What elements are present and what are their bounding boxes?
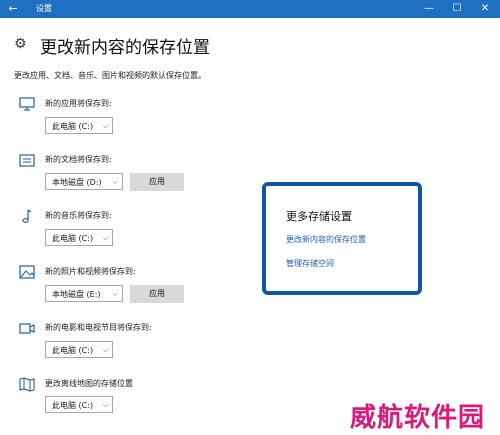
title-bar: ← 设置 — ☐ ✕ bbox=[0, 0, 500, 18]
photos-apply-button[interactable]: 应用 bbox=[130, 285, 184, 303]
picture-icon bbox=[19, 265, 35, 279]
manage-storage-link[interactable]: 管理存储空间 bbox=[286, 258, 334, 269]
window-title: 设置 bbox=[36, 4, 52, 13]
chevron-down-icon: ⌵ bbox=[112, 290, 118, 298]
movies-location-select[interactable]: 此电脑 (C:) ⌵ bbox=[45, 341, 113, 358]
chevron-down-icon: ⌵ bbox=[102, 346, 108, 354]
apps-location-select[interactable]: 此电脑 (C:) ⌵ bbox=[45, 117, 113, 134]
folder-icon bbox=[19, 154, 35, 167]
music-location-select[interactable]: 此电脑 (C:) ⌵ bbox=[45, 229, 113, 246]
maximize-button[interactable]: ☐ bbox=[444, 0, 470, 18]
documents-location-label: 新的文档将保存到: bbox=[45, 155, 112, 164]
chevron-down-icon: ⌵ bbox=[102, 234, 108, 242]
more-storage-title: 更多存储设置 bbox=[286, 210, 352, 223]
photos-location-select[interactable]: 本地磁盘 (E:) ⌵ bbox=[45, 285, 123, 302]
music-location-value: 此电脑 (C:) bbox=[52, 234, 94, 243]
map-icon bbox=[19, 377, 35, 392]
minimize-button[interactable]: — bbox=[416, 0, 442, 18]
chevron-down-icon: ⌵ bbox=[102, 122, 108, 130]
maps-location-select[interactable]: 此电脑 (C:) ⌵ bbox=[45, 396, 113, 413]
chevron-down-icon: ⌵ bbox=[102, 401, 108, 409]
page-description: 更改应用、文档、音乐、图片和视频的默认保存位置。 bbox=[14, 71, 206, 80]
more-storage-panel: 更多存储设置 更改新内容的保存位置 管理存储空间 bbox=[262, 182, 422, 295]
documents-location-value: 本地磁盘 (D:) bbox=[52, 178, 102, 187]
apps-location-label: 新的应用将保存到: bbox=[45, 99, 112, 108]
chevron-down-icon: ⌵ bbox=[112, 178, 118, 186]
video-icon bbox=[19, 323, 35, 334]
watermark-logo: 威航软件园 bbox=[350, 403, 486, 433]
apps-location-value: 此电脑 (C:) bbox=[52, 122, 94, 131]
photos-location-label: 新的照片和视频将保存到: bbox=[45, 267, 136, 276]
photos-location-value: 本地磁盘 (E:) bbox=[52, 290, 101, 299]
movies-location-label: 新的电影和电视节目将保存到: bbox=[45, 323, 152, 332]
documents-location-select[interactable]: 本地磁盘 (D:) ⌵ bbox=[45, 173, 123, 190]
back-button[interactable]: ← bbox=[0, 0, 26, 18]
change-save-location-link[interactable]: 更改新内容的保存位置 bbox=[286, 234, 366, 245]
music-note-icon bbox=[22, 209, 32, 223]
movies-location-value: 此电脑 (C:) bbox=[52, 346, 94, 355]
music-location-label: 新的音乐将保存到: bbox=[45, 211, 112, 220]
maps-location-value: 此电脑 (C:) bbox=[52, 401, 94, 410]
documents-apply-button[interactable]: 应用 bbox=[130, 173, 184, 191]
monitor-icon bbox=[19, 97, 35, 111]
maps-location-label: 更改离线地图的存储位置 bbox=[45, 379, 133, 388]
close-button[interactable]: ✕ bbox=[472, 0, 498, 18]
page-title: 更改新内容的保存位置 bbox=[40, 38, 210, 58]
gear-icon: ⚙ bbox=[14, 36, 27, 52]
